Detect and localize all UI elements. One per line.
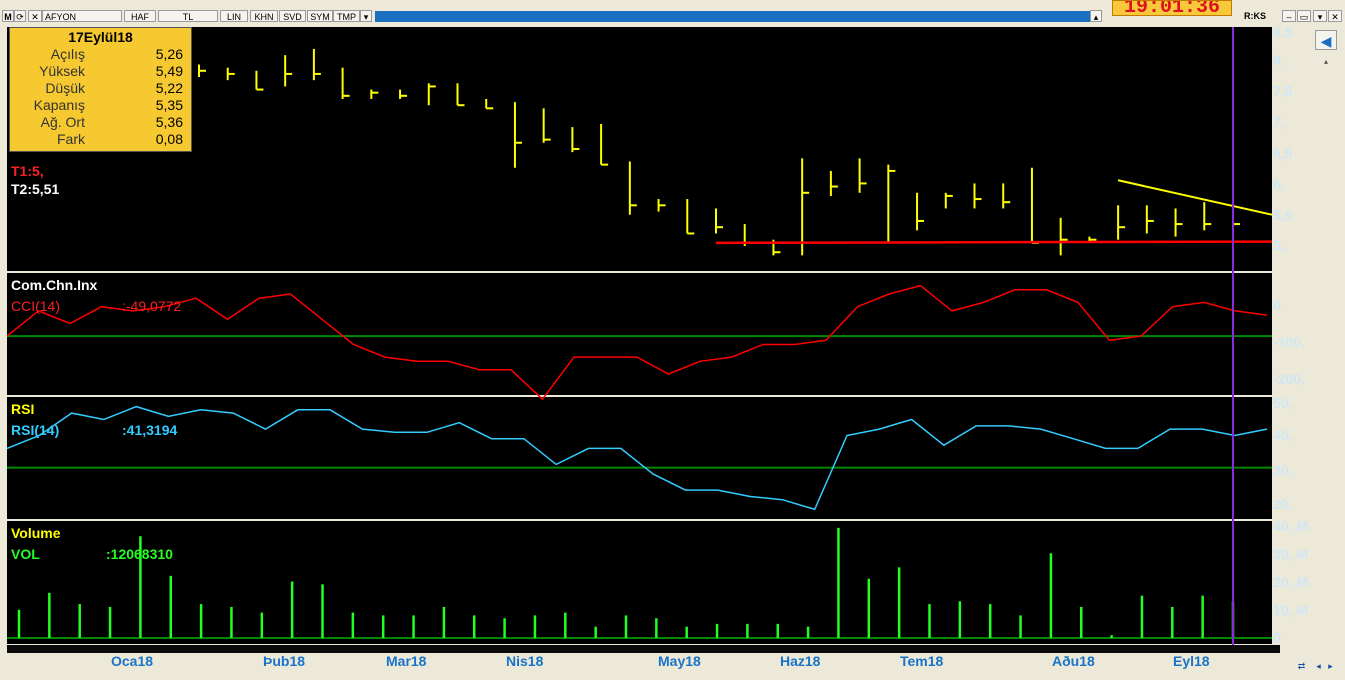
support-trendline [715, 240, 1272, 245]
price-tick: 5, [1273, 237, 1285, 253]
chart-canvas [7, 27, 1272, 645]
vol-tick: 30, M [1273, 546, 1309, 562]
close-icon[interactable]: ✕ [1328, 10, 1342, 22]
avg-value: 5,36 [155, 114, 183, 130]
price-tick: 6,5 [1273, 145, 1293, 161]
sym-button[interactable]: SYM [307, 10, 333, 22]
month-label: Oca18 [111, 653, 154, 669]
scroll-right-icon[interactable]: ▸ [1325, 660, 1336, 672]
price-tick: 7,5 [1273, 83, 1293, 99]
rsi-value: :41,3194 [122, 422, 178, 438]
period-button[interactable]: HAF [124, 10, 156, 22]
lin-button[interactable]: LIN [220, 10, 248, 22]
month-label: Haz18 [780, 653, 821, 669]
ohlc-info-box: 17Eylül18 Açılış 5,26 Yüksek 5,49 Düşük 5,2… [9, 27, 192, 152]
rsi-title: RSI [11, 401, 35, 417]
month-label: Nis18 [506, 653, 544, 669]
close-symbol-icon[interactable]: ✕ [28, 10, 42, 22]
cci-tick: -100, [1273, 334, 1305, 350]
symbol-input[interactable]: AFYON [42, 10, 122, 22]
scroll-left-icon[interactable]: ◂ [1313, 660, 1324, 672]
cci-tick: 0 [1273, 297, 1281, 313]
avg-label: Ağ. Ort [40, 114, 85, 130]
chevron-up-icon[interactable]: ▴ [1324, 57, 1332, 67]
month-label: Mar18 [386, 653, 427, 669]
refresh-icon[interactable]: ⟳ [14, 10, 26, 22]
menu-dropdown-icon[interactable]: ▾ [1313, 10, 1327, 22]
change-label: Fark [57, 131, 85, 147]
volume-name: VOL [11, 546, 40, 562]
menu-button[interactable]: M [2, 10, 14, 22]
restore-icon[interactable]: ▭ [1297, 10, 1311, 22]
volume-value: :12068310 [106, 546, 173, 562]
price-tick: 6, [1273, 176, 1285, 192]
month-label: Þub18 [263, 653, 306, 669]
toolbar-title-bar [375, 11, 1090, 22]
info-date: 17Eylül18 [68, 29, 133, 45]
change-value: 0,08 [155, 131, 183, 147]
price-tick: 8, [1273, 52, 1285, 68]
svd-button[interactable]: SVD [279, 10, 306, 22]
sync-icon[interactable]: ⇄ [1296, 660, 1307, 672]
minimize-icon[interactable]: – [1282, 10, 1296, 22]
tmp-button[interactable]: TMP [333, 10, 360, 22]
pane-0 [7, 27, 1272, 271]
rsi-tick: 20, [1273, 496, 1293, 512]
price-tick: 7, [1273, 114, 1285, 130]
vol-tick: 20, M [1273, 574, 1309, 590]
t1-label: T1:5, [11, 163, 44, 179]
vol-tick: 10, M [1273, 602, 1309, 618]
rsi-tick: 50, [1273, 395, 1293, 411]
cci-tick: -200, [1273, 371, 1305, 387]
vol-tick: 40, M [1273, 518, 1309, 534]
rsi-tick: 30, [1273, 462, 1293, 478]
volume-title: Volume [11, 525, 61, 541]
t2-label: T2:5,51 [11, 181, 60, 197]
pane-2 [7, 397, 1272, 519]
open-value: 5,26 [155, 46, 183, 62]
time-axis-strip [7, 645, 1280, 653]
close-label: Kapanış [33, 97, 85, 113]
cci-title: Com.Chn.Inx [11, 277, 98, 293]
rsi-name: RSI(14) [11, 422, 60, 438]
pane-1 [7, 273, 1272, 395]
low-value: 5,22 [155, 80, 183, 96]
scroll-up-icon[interactable]: ▴ [1090, 10, 1102, 22]
cci-value: :-49,0772 [122, 298, 182, 314]
clock: 19:01:36 [1112, 0, 1232, 16]
price-tick: 5,5 [1273, 207, 1293, 223]
high-label: Yüksek [39, 63, 85, 79]
open-label: Açılış [50, 46, 85, 62]
month-label: May18 [658, 653, 701, 669]
month-label: Aðu18 [1052, 653, 1095, 669]
month-label: Eyl18 [1173, 653, 1210, 669]
vol-tick: 0 [1273, 629, 1281, 645]
indicator-label: R:KS [1244, 11, 1266, 21]
cci-name: CCI(14) [11, 298, 61, 314]
low-label: Düşük [45, 80, 85, 96]
collapse-panel-icon[interactable]: ◀ [1315, 30, 1337, 50]
month-label: Tem18 [900, 653, 944, 669]
currency-button[interactable]: TL [158, 10, 218, 22]
high-value: 5,49 [155, 63, 183, 79]
close-value: 5,35 [155, 97, 183, 113]
rsi-tick: 40, [1273, 427, 1293, 443]
chevron-down-icon[interactable]: ▾ [360, 10, 372, 22]
khn-button[interactable]: KHN [250, 10, 278, 22]
price-tick: 8,5 [1273, 24, 1293, 40]
